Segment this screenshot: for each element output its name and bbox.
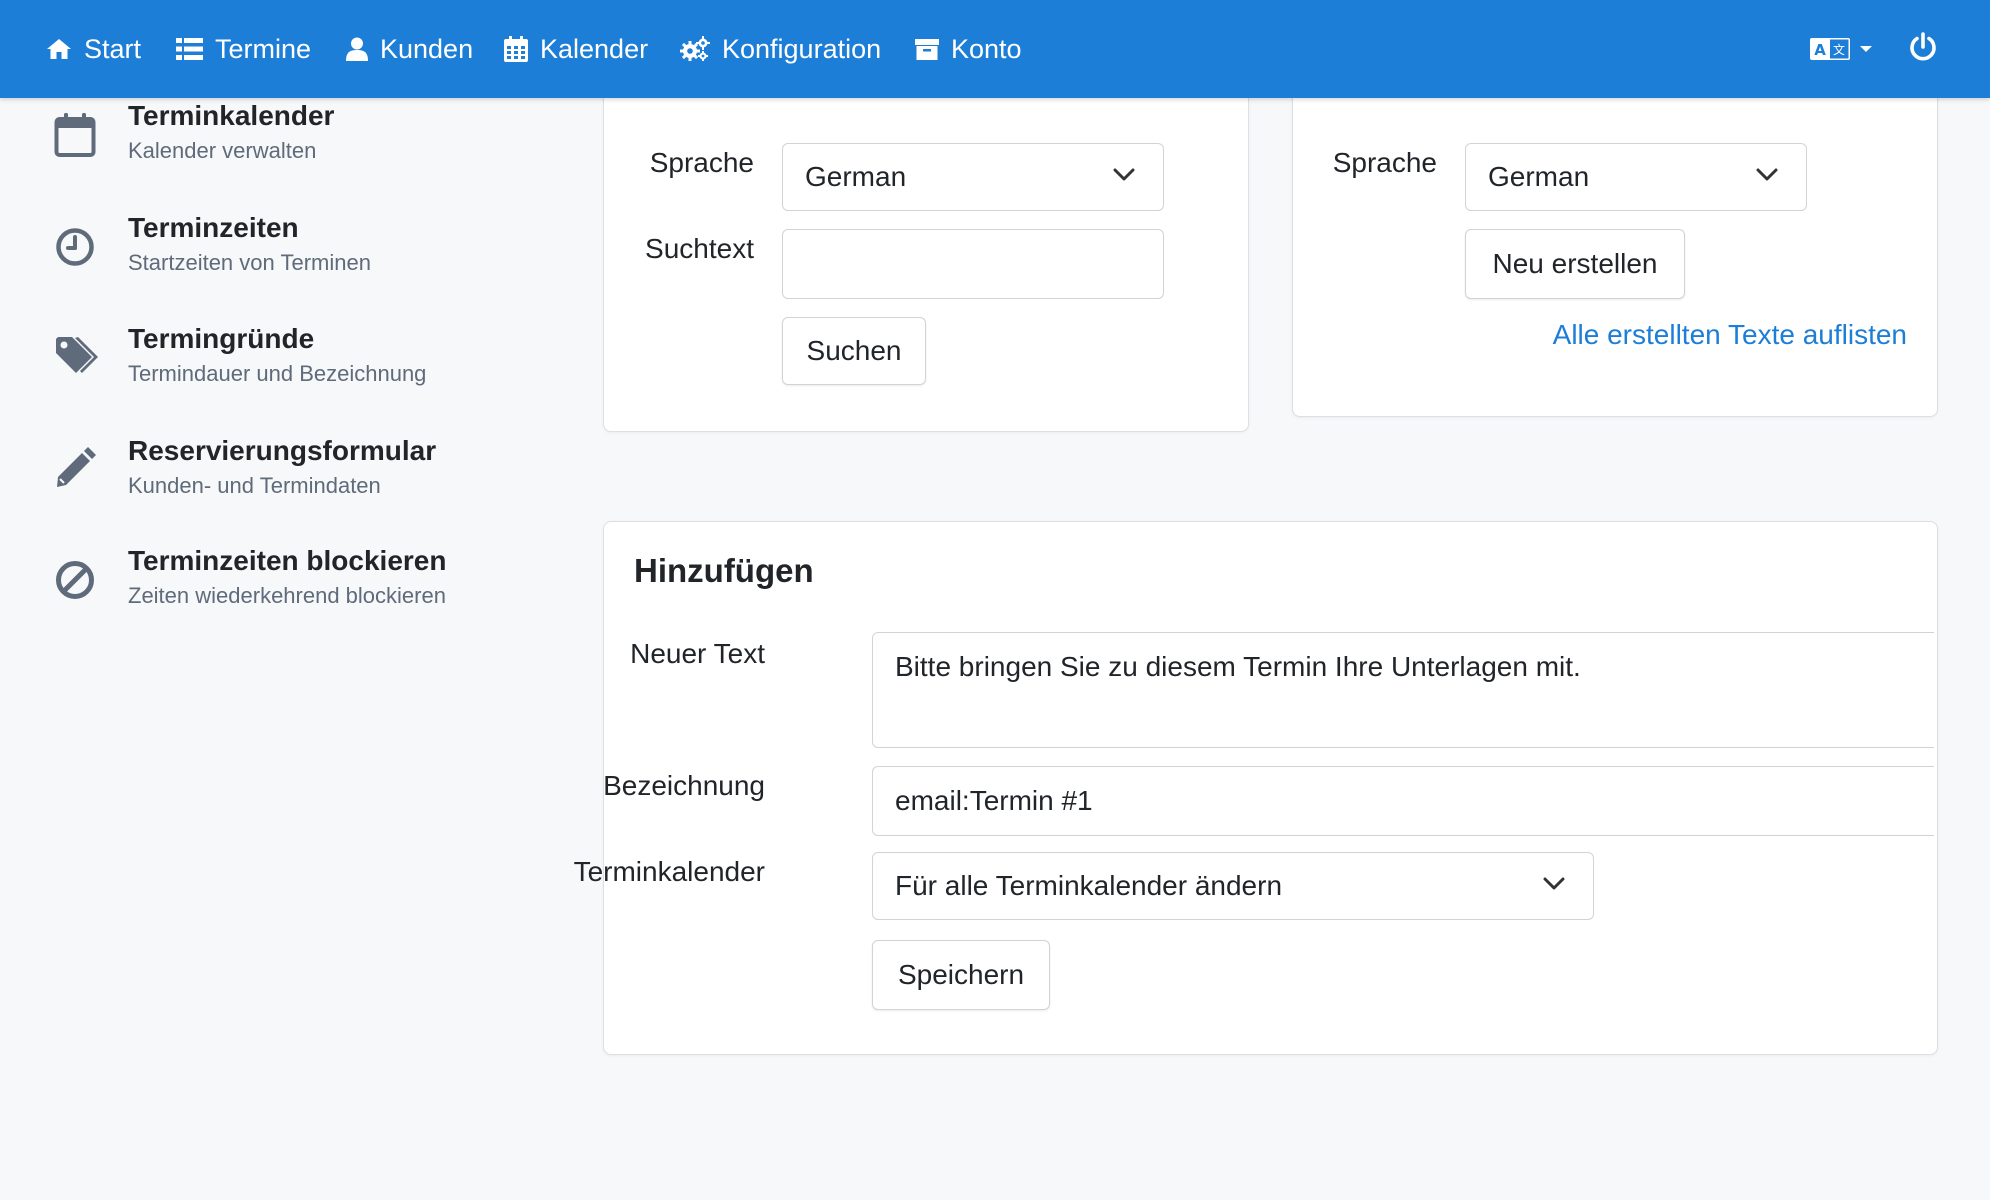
new-text-button[interactable]: Neu erstellen xyxy=(1465,229,1685,299)
sidebar-item-termingruende[interactable]: Termingründe Termindauer und Bezeichnung xyxy=(0,323,560,413)
sidebar-item-subtitle: Termindauer und Bezeichnung xyxy=(128,361,427,386)
new-text-textarea[interactable]: Bitte bringen Sie zu diesem Termin Ihre … xyxy=(872,632,1934,748)
pencil-icon xyxy=(57,447,96,487)
search-language-value: German xyxy=(805,161,907,192)
calendar-select[interactable]: Für alle Terminkalender ändern xyxy=(872,852,1594,920)
logout-button[interactable] xyxy=(1908,32,1938,69)
svg-text:文: 文 xyxy=(1833,42,1845,57)
sidebar-item-subtitle: Zeiten wiederkehrend blockieren xyxy=(128,583,446,608)
nav-konfiguration-label: Konfiguration xyxy=(722,33,882,64)
clock-icon xyxy=(56,228,94,266)
archive-icon xyxy=(915,39,939,60)
calendar-icon xyxy=(54,113,96,157)
calendar-select-value: Für alle Terminkalender ändern xyxy=(895,870,1283,901)
list-icon xyxy=(176,38,203,60)
new-text-label: Neuer Text xyxy=(630,638,765,669)
sidebar-item-title: Terminzeiten blockieren xyxy=(128,545,447,576)
tags-icon xyxy=(56,337,98,373)
create-language-select[interactable]: German xyxy=(1465,143,1807,211)
chevron-down-icon xyxy=(1860,46,1872,52)
language-label: Sprache xyxy=(649,147,754,178)
sidebar-item-subtitle: Kalender verwalten xyxy=(128,138,317,163)
create-language-value: German xyxy=(1488,161,1590,192)
add-card-title: Hinzufügen xyxy=(634,552,814,589)
list-texts-link[interactable]: Alle erstellten Texte auflisten xyxy=(1553,319,1907,351)
svg-text:A: A xyxy=(1814,41,1826,59)
designation-label: Bezeichnung xyxy=(603,770,765,801)
calendar-label: Terminkalender xyxy=(573,856,765,887)
save-button[interactable]: Speichern xyxy=(872,940,1050,1010)
designation-input[interactable]: email:Termin #1 xyxy=(872,766,1934,836)
sidebar-item-reservierungsformular[interactable]: Reservierungsformular Kunden- und Termin… xyxy=(0,435,560,525)
search-language-select[interactable]: German xyxy=(782,143,1164,211)
nav-termine-label: Termine xyxy=(215,33,312,64)
sidebar-item-terminzeiten[interactable]: Terminzeiten Startzeiten von Terminen xyxy=(0,212,560,302)
sidebar-item-terminkalender[interactable]: Terminkalender Kalender verwalten xyxy=(0,100,560,190)
sidebar-item-title: Terminkalender xyxy=(128,100,335,131)
nav-kunden[interactable]: Kunden xyxy=(346,0,473,98)
nav-kalender[interactable]: Kalender xyxy=(504,0,648,98)
home-icon xyxy=(47,39,71,59)
search-button[interactable]: Suchen xyxy=(782,317,926,385)
sidebar-item-title: Reservierungsformular xyxy=(128,435,437,466)
ban-icon xyxy=(56,561,94,599)
new-text-value: Bitte bringen Sie zu diesem Termin Ihre … xyxy=(895,651,1581,682)
chevron-down-icon xyxy=(1113,168,1135,181)
top-navbar: Start Termine Kunden Kalender Konfigurat… xyxy=(0,0,1990,98)
power-icon xyxy=(1910,32,1936,61)
search-text-label: Suchtext xyxy=(645,233,754,264)
language-label: Sprache xyxy=(1332,147,1437,178)
nav-kalender-label: Kalender xyxy=(540,33,649,64)
chevron-down-icon xyxy=(1756,168,1778,181)
chevron-down-icon xyxy=(1543,877,1565,890)
nav-konto[interactable]: Konto xyxy=(915,0,1022,98)
sidebar-item-title: Terminzeiten xyxy=(128,212,299,243)
search-card: Sprache German Suchtext Suchen xyxy=(603,60,1249,432)
nav-konto-label: Konto xyxy=(951,33,1022,64)
language-dropdown[interactable]: A 文 xyxy=(1810,34,1872,64)
sidebar-item-subtitle: Kunden- und Termindaten xyxy=(128,473,381,498)
nav-start[interactable]: Start xyxy=(46,0,141,98)
cogs-icon xyxy=(680,36,710,61)
nav-start-label: Start xyxy=(84,33,142,64)
sidebar-item-title: Termingründe xyxy=(128,323,315,354)
nav-konfiguration[interactable]: Konfiguration xyxy=(680,0,881,98)
nav-kunden-label: Kunden xyxy=(380,33,474,64)
nav-termine[interactable]: Termine xyxy=(176,0,311,98)
sidebar-item-subtitle: Startzeiten von Terminen xyxy=(128,250,371,275)
search-input[interactable] xyxy=(782,229,1164,299)
create-card: Sprache German Neu erstellen Alle erstel… xyxy=(1292,60,1938,417)
user-icon xyxy=(346,37,368,61)
designation-value: email:Termin #1 xyxy=(895,785,1093,816)
sidebar-item-terminzeiten-blockieren[interactable]: Terminzeiten blockieren Zeiten wiederkeh… xyxy=(0,545,560,635)
calendar-icon xyxy=(504,36,528,62)
language-icon: A 文 xyxy=(1810,38,1850,60)
add-card: Hinzufügen Neuer Text Bitte bringen Sie … xyxy=(574,521,1938,1055)
